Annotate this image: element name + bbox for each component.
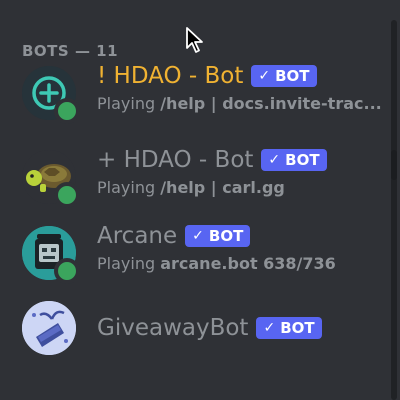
activity-value: arcane.bot 638/736 — [160, 254, 336, 273]
check-icon: ✓ — [268, 152, 281, 168]
bot-tag: ✓ BOT — [185, 225, 251, 247]
avatar[interactable] — [22, 66, 80, 124]
bot-tag: ✓ BOT — [256, 317, 322, 339]
online-status-indicator — [54, 182, 80, 208]
bot-tag-label: BOT — [275, 67, 310, 85]
bot-tag-label: BOT — [208, 227, 244, 245]
check-icon: ✓ — [192, 228, 204, 244]
member-activity: Playing arcane.bot 638/736 — [97, 254, 387, 273]
activity-value: /help | carl.gg — [160, 178, 285, 197]
cursor-pointer-icon — [185, 26, 209, 54]
activity-value: /help | docs.invite-trac... — [160, 94, 382, 113]
check-icon: ✓ — [258, 68, 271, 84]
member-activity: Playing /help | carl.gg — [97, 178, 387, 197]
avatar[interactable] — [22, 301, 76, 355]
member-item-giveawaybot[interactable]: GiveawayBot ✓ BOT — [14, 291, 386, 365]
member-activity: Playing /help | docs.invite-trac... — [97, 94, 387, 113]
avatar[interactable] — [22, 150, 80, 208]
gift-icon — [22, 301, 76, 355]
online-status-indicator — [54, 98, 80, 124]
scrollbar-thumb[interactable] — [391, 150, 397, 180]
scrollbar-track[interactable] — [391, 20, 397, 400]
member-name[interactable]: GiveawayBot — [97, 315, 248, 341]
activity-prefix: Playing — [97, 94, 161, 113]
member-list: BOTS — 11 ! HDAO - Bot ✓ BOT Playing /he… — [0, 0, 400, 400]
member-name[interactable]: ! HDAO - Bot — [97, 63, 243, 89]
bot-tag-label: BOT — [285, 151, 320, 169]
online-status-indicator — [54, 258, 80, 284]
member-item-arcane[interactable]: Arcane ✓ BOT Playing arcane.bot 638/736 — [14, 216, 386, 290]
member-item-hdao-bot-1[interactable]: ! HDAO - Bot ✓ BOT Playing /help | docs.… — [14, 56, 386, 130]
check-icon: ✓ — [263, 320, 276, 336]
activity-prefix: Playing — [97, 254, 161, 273]
bot-tag-label: BOT — [280, 319, 315, 337]
bot-tag: ✓ BOT — [261, 149, 327, 171]
avatar[interactable] — [22, 226, 80, 284]
member-name[interactable]: Arcane — [97, 223, 177, 249]
bot-tag: ✓ BOT — [251, 65, 317, 87]
member-name[interactable]: + HDAO - Bot — [97, 147, 253, 173]
member-item-hdao-bot-2[interactable]: + HDAO - Bot ✓ BOT Playing /help | carl.… — [14, 140, 386, 214]
activity-prefix: Playing — [97, 178, 161, 197]
